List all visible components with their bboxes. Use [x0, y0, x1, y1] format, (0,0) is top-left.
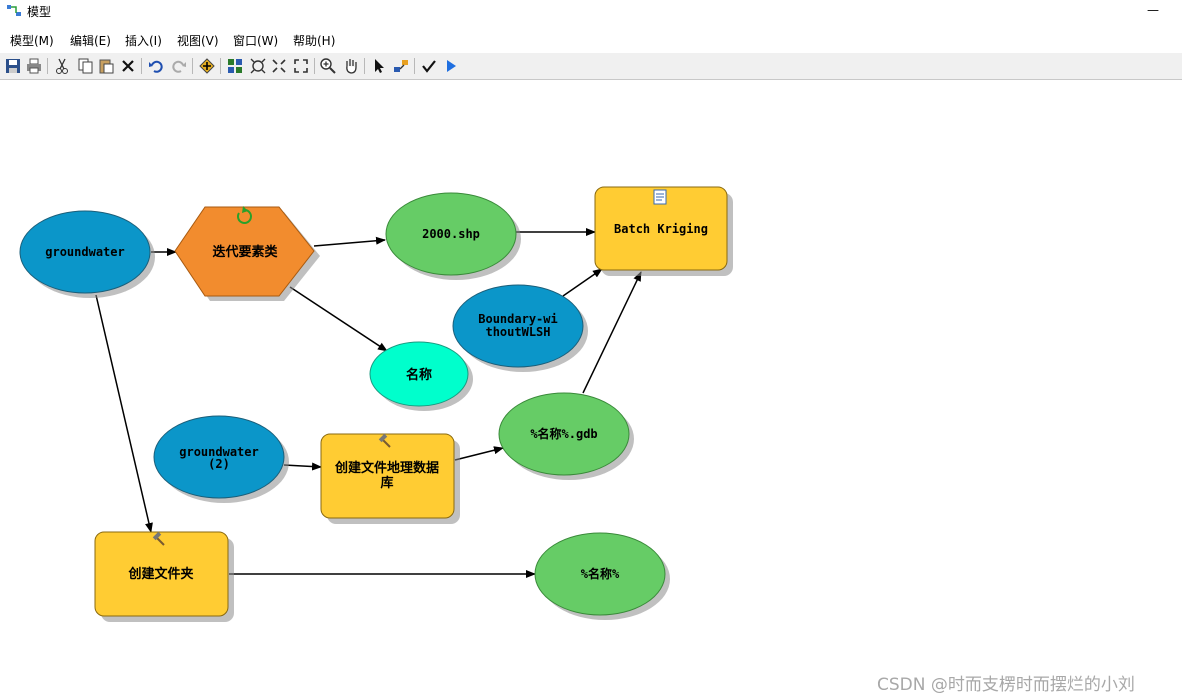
batch-kriging-label: Batch Kriging: [614, 222, 708, 236]
validate-icon[interactable]: [420, 57, 438, 75]
delete-icon[interactable]: [119, 57, 137, 75]
folder-output-node[interactable]: %名称%: [534, 532, 670, 620]
connector-iterate-name[interactable]: [289, 286, 388, 352]
boundary-label-line2: thoutWLSH: [485, 325, 550, 339]
menu-window[interactable]: 窗口(W): [233, 32, 278, 49]
menu-edit[interactable]: 编辑(E): [70, 32, 111, 49]
connector-iterate-2000shp[interactable]: [313, 236, 386, 247]
gdb-output-label: %名称%.gdb: [530, 426, 597, 441]
undo-icon[interactable]: [147, 57, 165, 75]
redo-icon[interactable]: [170, 57, 188, 75]
auto-layout-icon[interactable]: [226, 57, 244, 75]
groundwater-input-node[interactable]: groundwater: [19, 210, 155, 298]
groundwater-label: groundwater: [45, 245, 124, 259]
model-canvas[interactable]: groundwater 迭代要素类 2000.shp Batch Kriging: [0, 80, 1182, 699]
toolbar-separator: [141, 58, 142, 74]
minimize-button[interactable]: —: [1138, 0, 1168, 22]
csdn-watermark: CSDN @时而支楞时而摆烂的小刘: [877, 675, 1135, 695]
iterate-feature-classes-node[interactable]: 迭代要素类: [174, 206, 320, 301]
copy-icon[interactable]: [76, 57, 94, 75]
select-icon[interactable]: [370, 57, 388, 75]
batch-kriging-tool-node[interactable]: Batch Kriging: [594, 186, 733, 276]
boundary-label-line1: Boundary-wi: [478, 312, 557, 326]
model-diagram: groundwater 迭代要素类 2000.shp Batch Kriging: [19, 186, 733, 622]
toolbar-separator: [364, 58, 365, 74]
name-label: 名称: [406, 367, 432, 383]
gdb-output-node[interactable]: %名称%.gdb: [498, 392, 634, 480]
pan-icon[interactable]: [342, 57, 360, 75]
create-gdb-label-line1: 创建文件地理数据: [334, 460, 439, 476]
connector-creategdb-gdboutput[interactable]: [454, 446, 504, 461]
toolbar-separator: [414, 58, 415, 74]
menu-model[interactable]: 模型(M): [10, 32, 54, 49]
zoom-in-icon[interactable]: [319, 57, 337, 75]
toolbar-separator: [47, 58, 48, 74]
window-title: 模型: [27, 5, 52, 19]
model-app-icon: [6, 3, 22, 19]
connector-groundwater2-creategdb[interactable]: [283, 462, 322, 471]
groundwater-2-label-line2: (2): [208, 457, 230, 471]
boundary-withoutwlsh-node[interactable]: Boundary-wi thoutWLSH: [452, 284, 588, 372]
menu-help[interactable]: 帮助(H): [293, 32, 335, 49]
name-parameter-node[interactable]: 名称: [369, 341, 473, 411]
create-gdb-label-line2: 库: [380, 475, 393, 491]
save-icon[interactable]: [4, 57, 22, 75]
menu-insert[interactable]: 插入(I): [125, 32, 162, 49]
connector-boundary-kriging[interactable]: [562, 268, 603, 297]
script-tool-icon: [653, 189, 667, 205]
run-icon[interactable]: [442, 57, 460, 75]
add-data-icon[interactable]: [198, 57, 216, 75]
paste-icon[interactable]: [97, 57, 115, 75]
iterate-label: 迭代要素类: [212, 244, 278, 260]
2000-shp-node[interactable]: 2000.shp: [385, 192, 521, 280]
create-file-gdb-tool-node[interactable]: 创建文件地理数据 库: [320, 433, 460, 524]
folder-output-label: %名称%: [581, 566, 620, 581]
create-folder-label: 创建文件夹: [127, 566, 193, 582]
menu-bar: 模型(M) 编辑(E) 插入(I) 视图(V) 窗口(W) 帮助(H): [0, 28, 1182, 50]
title-bar: 模型 —: [0, 0, 1182, 24]
connector-groundwater-createfolder[interactable]: [95, 294, 153, 533]
toolbar: [0, 53, 1182, 80]
menu-view[interactable]: 视图(V): [177, 32, 219, 49]
connector-gdb-kriging[interactable]: [582, 271, 642, 394]
print-icon[interactable]: [25, 57, 43, 75]
toolbar-separator: [314, 58, 315, 74]
full-extent-icon[interactable]: [249, 57, 267, 75]
toolbar-separator: [192, 58, 193, 74]
zoom-out-fixed-icon[interactable]: [292, 57, 310, 75]
connect-icon[interactable]: [392, 57, 410, 75]
create-folder-tool-node[interactable]: 创建文件夹: [94, 531, 234, 622]
2000-shp-label: 2000.shp: [422, 227, 480, 241]
cut-icon[interactable]: [53, 57, 71, 75]
toolbar-separator: [220, 58, 221, 74]
zoom-in-fixed-icon[interactable]: [270, 57, 288, 75]
groundwater-2-input-node[interactable]: groundwater (2): [153, 415, 289, 503]
